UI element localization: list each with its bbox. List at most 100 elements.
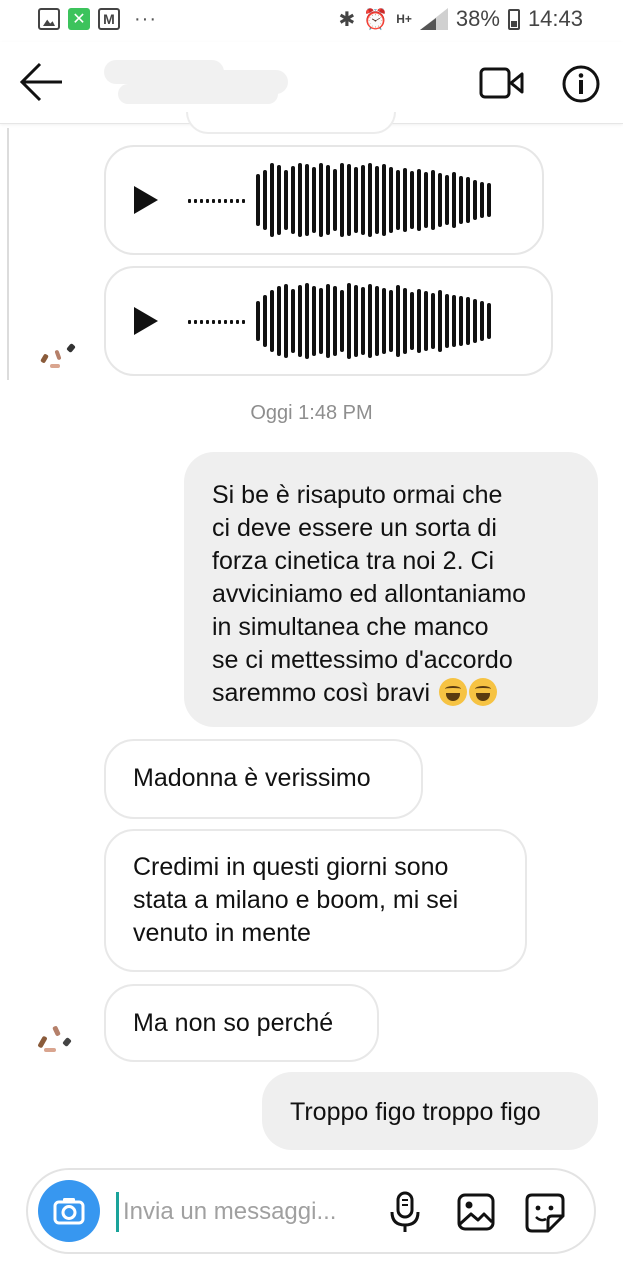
message-text: Si be è risaputo ormai che ci deve esser… xyxy=(212,479,526,710)
signal-icon xyxy=(419,8,448,30)
waveform-dots xyxy=(188,320,248,326)
camera-icon xyxy=(53,1198,85,1225)
voice-message[interactable] xyxy=(104,266,553,376)
waveform-bar xyxy=(389,167,393,233)
waveform-bar xyxy=(452,295,456,347)
waveform-bar xyxy=(277,165,281,235)
waveform-bar xyxy=(445,175,449,225)
waveform-bar xyxy=(480,182,484,218)
waveform-bar xyxy=(473,180,477,220)
waveform-bar xyxy=(298,285,302,357)
waveform-bar xyxy=(361,287,365,355)
message-line-text: saremmo così bravi xyxy=(212,679,431,707)
waveform-bar xyxy=(459,296,463,346)
waveform-bar xyxy=(382,288,386,354)
waveform-bar xyxy=(263,295,267,347)
battery-icon xyxy=(507,8,520,30)
waveform-bar xyxy=(487,303,491,339)
waveform-bar xyxy=(340,163,344,237)
waveform-bar xyxy=(277,286,281,356)
waveform-bar xyxy=(424,172,428,228)
waveform-bar xyxy=(312,167,316,233)
waveform-bar xyxy=(368,163,372,237)
waveform-bar xyxy=(326,284,330,358)
waveform-bar xyxy=(319,288,323,354)
scroll-edge xyxy=(7,128,9,380)
waveform-bar xyxy=(438,290,442,352)
waveform-bar xyxy=(396,285,400,357)
waveform-bar xyxy=(270,163,274,237)
waveform-dots xyxy=(188,199,248,205)
waveform-bar xyxy=(270,290,274,352)
message-input[interactable] xyxy=(116,1192,371,1232)
waveform-bar xyxy=(305,164,309,236)
timestamp: Oggi 1:48 PM xyxy=(250,402,373,424)
waveform-bar xyxy=(312,286,316,356)
waveform-bar xyxy=(410,171,414,229)
received-message[interactable]: Madonna è verissimo xyxy=(104,739,423,819)
avatar[interactable] xyxy=(28,324,86,382)
received-message[interactable]: Credimi in questi giorni sono stata a mi… xyxy=(104,829,527,972)
network-type: H+ xyxy=(396,11,412,26)
waveform-bar xyxy=(487,183,491,217)
waveform-bar xyxy=(347,283,351,359)
waveform-bar xyxy=(466,297,470,345)
info-icon[interactable] xyxy=(561,64,601,104)
waveform-bar xyxy=(389,290,393,352)
message-line: Si be è risaputo ormai che xyxy=(212,481,503,509)
waveform-bar xyxy=(480,301,484,341)
mail-icon: M xyxy=(98,8,120,30)
waveform-bar xyxy=(319,163,323,237)
message-line: in simultanea che manco xyxy=(212,613,489,641)
waveform-bar xyxy=(354,285,358,357)
sticker-icon[interactable] xyxy=(524,1192,566,1234)
waveform-bar xyxy=(263,170,267,230)
message-line: se ci mettessimo d'accordo xyxy=(212,646,513,674)
message-line: Madonna è verissimo xyxy=(133,764,371,792)
waveform-bar xyxy=(284,170,288,230)
laughing-emoji-icon xyxy=(439,678,468,706)
status-notifications: ✕ M ··· xyxy=(38,8,157,30)
message-line: venuto in mente xyxy=(133,919,311,947)
message-composer xyxy=(26,1168,596,1254)
waveform-bar xyxy=(305,283,309,359)
waveform-bar xyxy=(403,288,407,354)
waveform-bar xyxy=(417,289,421,353)
gallery-notification-icon xyxy=(38,8,60,30)
message-line: saremmo così bravi xyxy=(212,677,526,710)
play-icon[interactable] xyxy=(134,186,158,214)
microphone-icon[interactable] xyxy=(388,1190,422,1234)
received-message[interactable]: Ma non so perché xyxy=(104,984,379,1062)
camera-button[interactable] xyxy=(38,1180,100,1242)
waveform-bar xyxy=(326,165,330,235)
laughing-emoji-icon xyxy=(469,678,498,706)
avatar[interactable] xyxy=(26,1004,84,1062)
waveform-bar xyxy=(445,294,449,348)
message-line: stata a milano e boom, mi sei xyxy=(133,886,459,914)
message-text: Troppo figo troppo figo xyxy=(290,1098,541,1126)
gallery-icon[interactable] xyxy=(456,1192,496,1232)
waveform xyxy=(256,162,491,238)
waveform-bar xyxy=(298,163,302,237)
sent-message[interactable]: Si be è risaputo ormai che ci deve esser… xyxy=(184,452,598,727)
video-call-icon[interactable] xyxy=(478,64,524,102)
waveform-bar xyxy=(284,284,288,358)
waveform-bar xyxy=(361,165,365,235)
waveform-bar xyxy=(256,301,260,341)
sent-message[interactable]: Troppo figo troppo figo xyxy=(262,1072,598,1150)
message-line: forza cinetica tra noi 2. Ci xyxy=(212,547,495,575)
message-line: Credimi in questi giorni sono xyxy=(133,853,449,881)
status-bar: ✕ M ··· ✱ ⏰ H+ 38% 14:43 xyxy=(0,0,623,42)
waveform-bar xyxy=(410,292,414,350)
waveform-bar xyxy=(333,169,337,231)
waveform-bar xyxy=(466,177,470,223)
contact-name-redacted[interactable] xyxy=(98,56,298,108)
waveform-bar xyxy=(375,166,379,234)
back-arrow-icon[interactable] xyxy=(18,62,64,102)
alarm-icon: ⏰ xyxy=(363,8,389,31)
waveform-bar xyxy=(424,291,428,351)
play-icon[interactable] xyxy=(134,307,158,335)
voice-message[interactable] xyxy=(104,145,544,255)
waveform-bar xyxy=(354,167,358,233)
waveform-bar xyxy=(291,289,295,353)
